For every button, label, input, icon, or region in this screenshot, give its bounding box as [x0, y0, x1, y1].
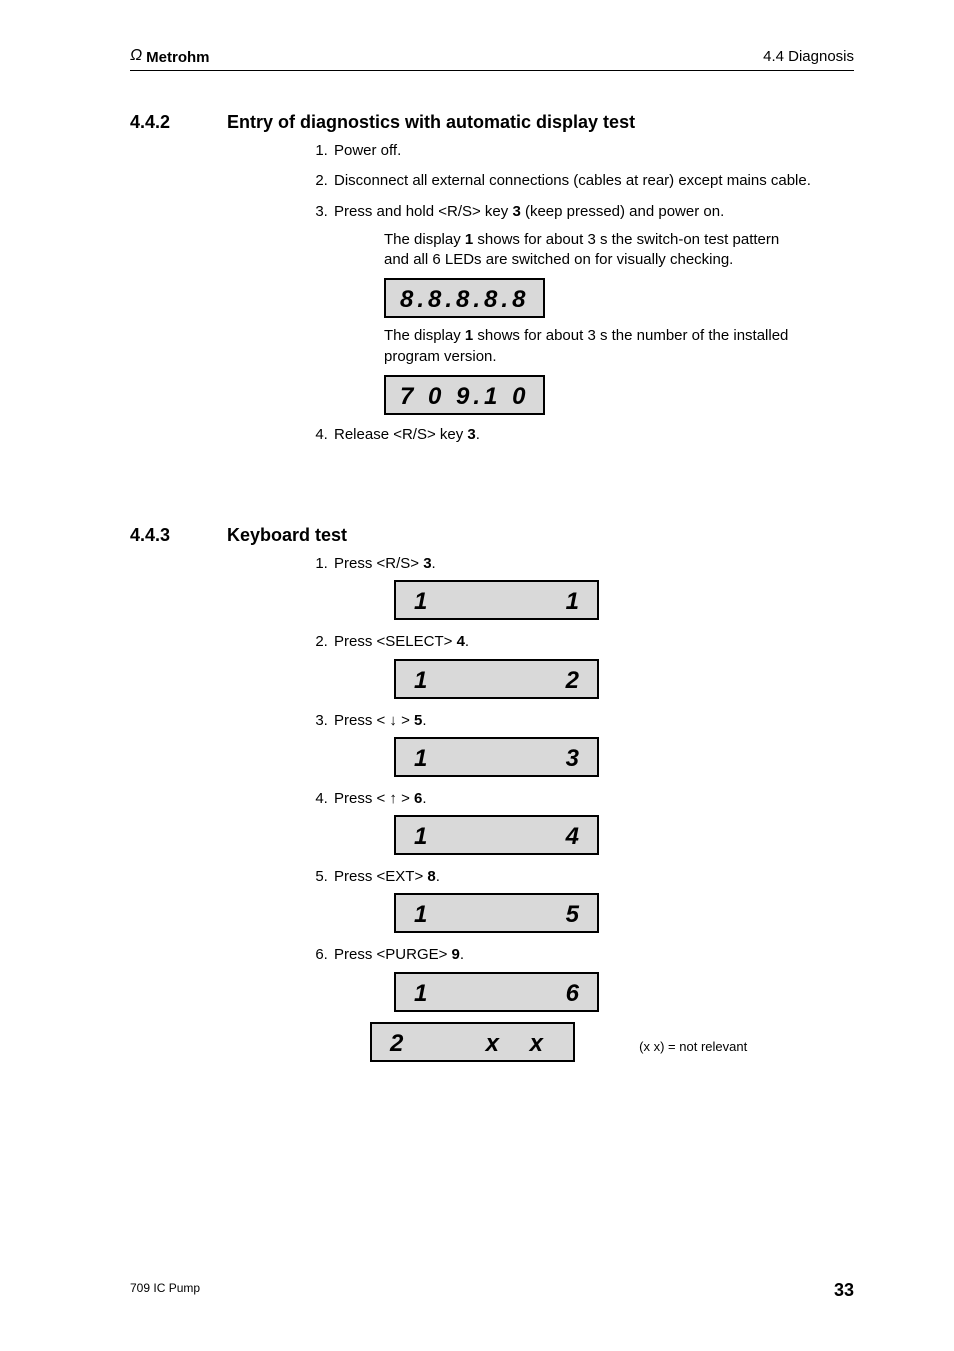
lcd-display: 7 0 9.1 0 [384, 375, 545, 415]
lcd-display: 13 [394, 737, 599, 777]
lcd-right: 3 [566, 739, 579, 775]
step: Press < ↑ > 6.14 [332, 789, 854, 855]
step-note: The display 1 shows for about 3 s the nu… [384, 326, 804, 367]
lcd-left: 1 [414, 817, 427, 853]
section-number: 4.4.2 [130, 112, 195, 133]
key-ref: 4 [457, 633, 465, 650]
step: Power off. [332, 141, 854, 161]
lcd-right: 1 [566, 582, 579, 618]
key-ref: 1 [465, 327, 473, 344]
step: Press <EXT> 8.15 [332, 867, 854, 933]
section-number: 4.4.3 [130, 525, 195, 546]
step: Press < ↓ > 5.13 [332, 711, 854, 777]
lcd-left: 1 [414, 582, 427, 618]
period: . [422, 712, 426, 729]
lcd-right: 2 [566, 661, 579, 697]
footer-doc-title: 709 IC Pump [130, 1281, 200, 1295]
period: . [422, 790, 426, 807]
step: Press <R/S> 3.11 [332, 554, 854, 620]
display-wrap: 13 [394, 737, 854, 777]
section-title: Entry of diagnostics with automatic disp… [227, 112, 635, 133]
lcd-display: 15 [394, 893, 599, 933]
lcd-left: 2 [390, 1024, 403, 1060]
header-brand: Ω Metrohm [130, 48, 210, 66]
display-wrap: 2 x x (x x) = not relevant [370, 1022, 854, 1062]
section-heading-443: 4.4.3 Keyboard test [130, 525, 854, 546]
note-text: The display [384, 327, 465, 344]
step: Press and hold <R/S> key 3 (keep pressed… [332, 202, 854, 415]
note-text: The display [384, 231, 465, 248]
step-note: The display 1 shows for about 3 s the sw… [384, 230, 804, 271]
lcd-right: x x [486, 1024, 555, 1060]
lcd-display: 12 [394, 659, 599, 699]
period: . [465, 633, 469, 650]
step-text: Press <EXT> [334, 868, 427, 885]
display-wrap: 14 [394, 815, 854, 855]
step-text: Press <PURGE> [334, 946, 452, 963]
lcd-display: 14 [394, 815, 599, 855]
lcd-left: 1 [414, 661, 427, 697]
display-wrap: 7 0 9.1 0 [384, 375, 804, 415]
period: . [432, 555, 436, 572]
section-heading-442: 4.4.2 Entry of diagnostics with automati… [130, 112, 854, 133]
step-text: (keep pressed) and power on. [521, 203, 724, 220]
key-ref: 8 [427, 868, 435, 885]
step-text: . [476, 426, 480, 443]
key-ref: 3 [423, 555, 431, 572]
brand-omega-icon: Ω [130, 47, 142, 65]
step-text: Press <R/S> [334, 555, 423, 572]
brand-name: Metrohm [146, 49, 209, 66]
key-ref: 3 [512, 203, 520, 220]
step-text: Press < ↓ > [334, 712, 414, 729]
step-text: Press and hold <R/S> key [334, 203, 512, 220]
period: . [460, 946, 464, 963]
lcd-right: 4 [566, 817, 579, 853]
annotation: (x x) = not relevant [639, 1038, 747, 1056]
display-wrap: 16 [394, 972, 854, 1012]
step: Press <PURGE> 9.16 [332, 945, 854, 1011]
lcd-display: 16 [394, 972, 599, 1012]
lcd-display: 8.8.8.8.8 [384, 278, 545, 318]
lcd-right: 5 [566, 895, 579, 931]
lcd-right: 6 [566, 974, 579, 1010]
header-rule [130, 70, 854, 71]
lcd-display: 2 x x [370, 1022, 575, 1062]
footer-page-number: 33 [834, 1280, 854, 1301]
period: . [436, 868, 440, 885]
section-443-body: Press <R/S> 3.11Press <SELECT> 4.12Press… [310, 554, 854, 1062]
step: Disconnect all external connections (cab… [332, 171, 854, 191]
lcd-display: 11 [394, 580, 599, 620]
page: Ω Metrohm 4.4 Diagnosis 4.4.2 Entry of d… [0, 0, 954, 1351]
display-wrap: 15 [394, 893, 854, 933]
step-text: Press < ↑ > [334, 790, 414, 807]
step-text: Press <SELECT> [334, 633, 457, 650]
step: Release <R/S> key 3. [332, 425, 854, 445]
key-ref: 1 [465, 231, 473, 248]
lcd-left: 1 [414, 739, 427, 775]
section-title: Keyboard test [227, 525, 347, 546]
display-wrap: 11 [394, 580, 854, 620]
step-text: Release <R/S> key [334, 426, 467, 443]
header-section-label: 4.4 Diagnosis [763, 48, 854, 65]
lcd-left: 1 [414, 974, 427, 1010]
section-442-body: Power off. Disconnect all external conne… [310, 141, 854, 445]
display-wrap: 12 [394, 659, 854, 699]
step: Press <SELECT> 4.12 [332, 632, 854, 698]
lcd-left: 1 [414, 895, 427, 931]
key-ref: 3 [467, 426, 475, 443]
key-ref: 9 [452, 946, 460, 963]
display-wrap: 8.8.8.8.8 [384, 278, 804, 318]
